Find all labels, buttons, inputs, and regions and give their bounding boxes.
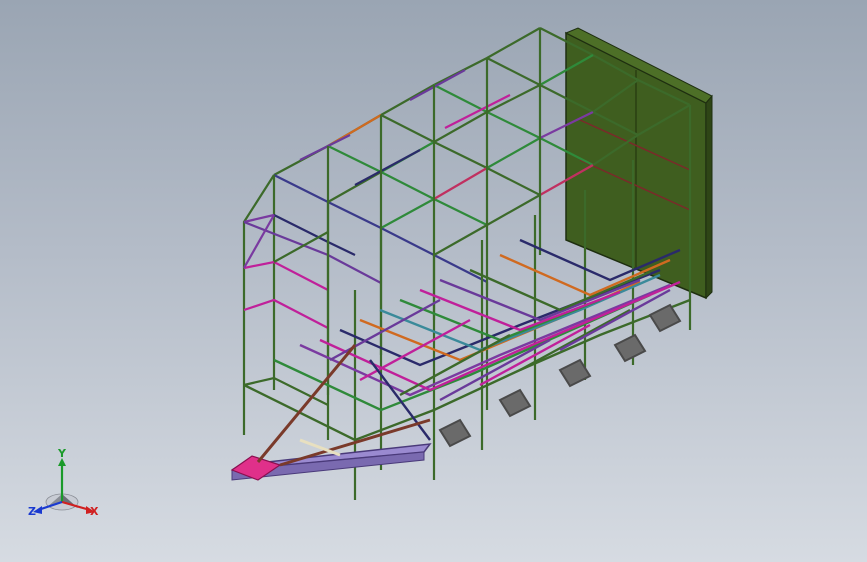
axis-y-label: Y	[58, 447, 66, 460]
axis-x-label: X	[90, 505, 99, 518]
graphics-viewport[interactable]: Y X Z	[0, 0, 867, 562]
axis-z-label: Z	[28, 505, 36, 518]
coordinate-triad: Y X Z	[24, 446, 108, 526]
tow-tongue	[230, 344, 432, 481]
trailer-frame-model[interactable]	[0, 0, 867, 562]
axle-suspension	[438, 303, 682, 448]
